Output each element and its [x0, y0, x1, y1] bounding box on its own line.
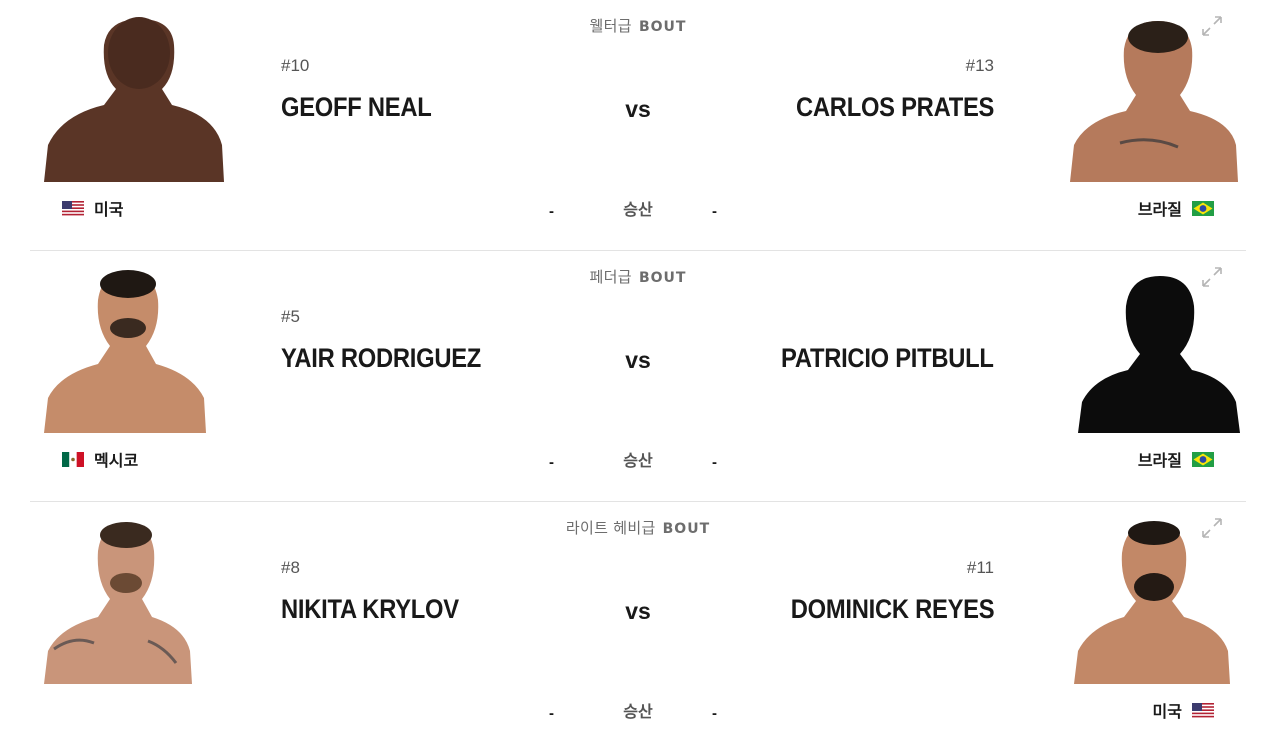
bout-card: 페더급 BOUT #5 YAIR RODRIGUEZ PATRICIO PITB…: [30, 251, 1246, 502]
bout-card: 웰터급 BOUT #10 #13 GEOFF NEAL CARLOS PRATE…: [30, 0, 1246, 251]
blue-fighter-rank: #13: [965, 56, 994, 75]
vs-label: vs: [625, 347, 651, 373]
blue-fighter-odds: -: [712, 454, 717, 471]
red-fighter-rank: #5: [281, 307, 300, 326]
odds-label: 승산: [623, 702, 653, 721]
odds-label: 승산: [623, 200, 653, 219]
bout-card: 라이트 헤비급 BOUT #8 #11 NIKITA KRYLOV DOMINI…: [30, 502, 1246, 749]
red-fighter-rank: #8: [281, 558, 300, 577]
red-fighter-rank: #10: [281, 56, 310, 75]
blue-fighter-odds: -: [712, 705, 717, 722]
odds-label: 승산: [623, 451, 653, 470]
blue-fighter-odds: -: [712, 203, 717, 220]
blue-fighter-rank: #11: [966, 558, 994, 577]
vs-label: vs: [625, 598, 651, 624]
vs-label: vs: [625, 96, 651, 122]
